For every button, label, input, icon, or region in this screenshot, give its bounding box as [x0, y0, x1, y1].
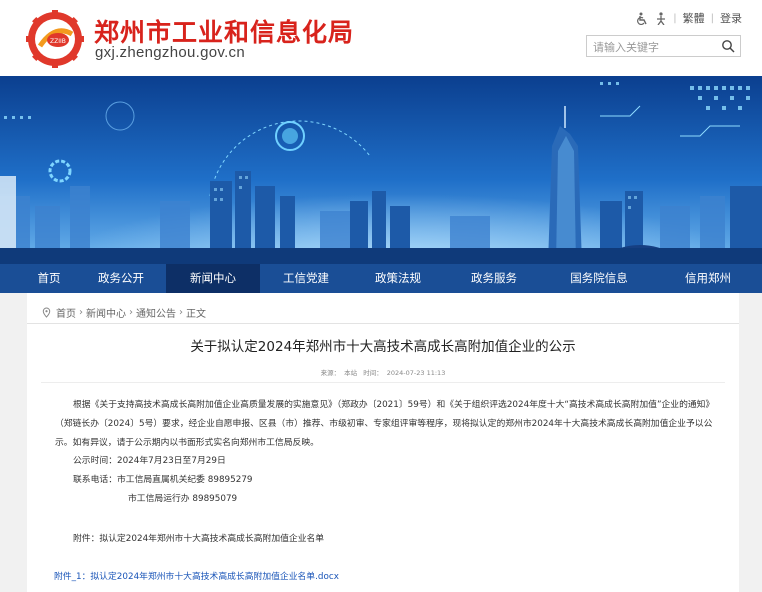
accessibility-icon[interactable]: [637, 12, 651, 25]
chevron-right-icon: ›: [79, 307, 83, 318]
nav-item-home[interactable]: 首页: [0, 264, 98, 293]
elder-mode-icon[interactable]: [655, 11, 667, 25]
location-pin-icon: [42, 307, 51, 318]
contact-phone-2: 市工信局运行办 89895079: [128, 494, 238, 504]
svg-text:ZZIIB: ZZIIB: [50, 38, 66, 45]
search-icon[interactable]: [721, 39, 735, 53]
search-box: [586, 35, 741, 58]
nav-item-credit-zhengzhou[interactable]: 信用郑州: [654, 264, 762, 293]
breadcrumb-notices[interactable]: 通知公告: [136, 305, 176, 320]
nav-item-gov-affairs[interactable]: 政务公开: [98, 264, 144, 293]
time-value: 2024-07-23 11:13: [386, 369, 446, 377]
site-header: ZZIIB 郑州市工业和信息化局 gxj.zhengzhou.gov.cn | …: [0, 0, 762, 76]
main-nav: 首页 政务公开 新闻中心 工信党建 政策法规 政务服务 国务院信息 信用郑州: [0, 264, 762, 293]
chevron-right-icon: ›: [179, 307, 183, 318]
login-link[interactable]: 登录: [720, 10, 742, 26]
attachment-download-link[interactable]: 附件_1：拟认定2024年郑州市十大高技术高成长高附加值企业名单.docx: [54, 569, 339, 582]
source-label: 来源：: [320, 369, 341, 377]
attachment-note: 附件：拟认定2024年郑州市十大高技术高成长高附加值企业名单: [73, 534, 325, 544]
meta-divider: [41, 382, 725, 383]
article-paragraph: 根据《关于支持高技术高成长高附加值企业高质量发展的实施意见》（郑政办〔2021〕…: [55, 400, 715, 448]
contact-phone-1: 联系电话：市工信局直属机关纪委 89895279: [73, 475, 253, 485]
breadcrumb-news-center[interactable]: 新闻中心: [86, 305, 126, 320]
search-input[interactable]: [587, 37, 715, 58]
breadcrumb-home[interactable]: 首页: [56, 305, 76, 320]
bureau-logo[interactable]: ZZIIB: [26, 10, 84, 68]
breadcrumb-divider: [27, 323, 739, 324]
nav-item-state-council[interactable]: 国务院信息: [544, 264, 654, 293]
source-value: 本站: [344, 369, 358, 377]
time-label: 时间：: [363, 369, 383, 377]
article-title: 关于拟认定2024年郑州市十大高技术高成长高附加值企业的公示: [190, 339, 576, 355]
article-panel: 首页 › 新闻中心 › 通知公告 › 正文 关于拟认定2024年郑州市十大高技术…: [27, 293, 739, 592]
breadcrumb-current: 正文: [186, 309, 206, 320]
traditional-chinese-link[interactable]: 繁體: [683, 10, 705, 26]
nav-item-policies[interactable]: 政策法规: [352, 264, 444, 293]
nav-item-gov-services[interactable]: 政务服务: [444, 264, 544, 293]
nav-item-party-building[interactable]: 工信党建: [260, 264, 352, 293]
chevron-right-icon: ›: [129, 307, 133, 318]
site-domain: gxj.zhengzhou.gov.cn: [95, 44, 245, 61]
top-links: | 繁體 | 登录: [637, 10, 742, 26]
nav-item-news-center[interactable]: 新闻中心: [166, 264, 260, 293]
article-meta: 来源： 本站 时间： 2024-07-23 11:13: [27, 367, 739, 377]
breadcrumb: 首页 › 新闻中心 › 通知公告 › 正文: [41, 305, 206, 320]
publicity-period: 公示时间：2024年7月23日至7月29日: [73, 456, 226, 466]
city-skyline-banner: [0, 76, 762, 264]
